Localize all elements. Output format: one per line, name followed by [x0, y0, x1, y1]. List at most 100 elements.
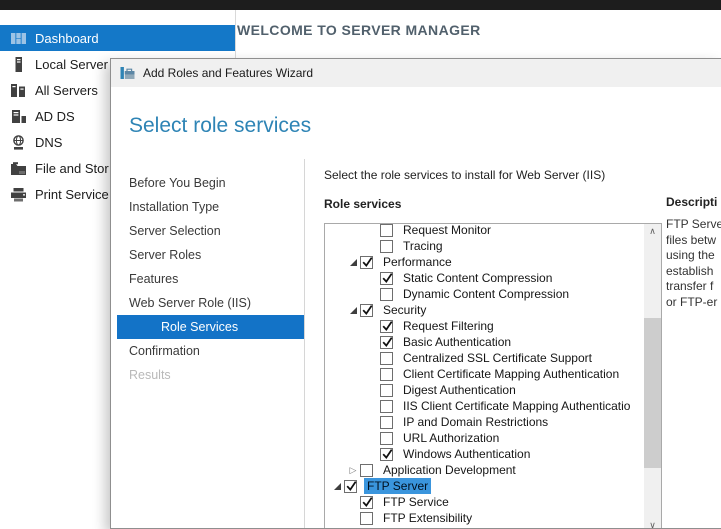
expander-spacer — [366, 447, 380, 461]
sidebar-item-local-server[interactable]: Local Server — [0, 51, 112, 77]
checkbox-unchecked[interactable] — [380, 240, 393, 253]
checkbox-checked[interactable] — [360, 256, 373, 269]
tree-scrollbar[interactable]: ∧ ∨ — [644, 224, 661, 529]
sidebar-item-print-service[interactable]: Print Service — [0, 181, 112, 207]
scroll-down-icon[interactable]: ∨ — [644, 518, 661, 529]
checkbox-unchecked[interactable] — [380, 400, 393, 413]
dashboard-grid-icon — [10, 30, 27, 47]
description-heading: Descripti — [666, 195, 717, 209]
tree-item-windows-authentication[interactable]: Windows Authentication — [325, 446, 642, 462]
tree-item-request-filtering[interactable]: Request Filtering — [325, 318, 642, 334]
checkbox-unchecked[interactable] — [380, 288, 393, 301]
tree-item-dynamic-content-compression[interactable]: Dynamic Content Compression — [325, 286, 642, 302]
checkbox-unchecked[interactable] — [380, 416, 393, 429]
sidebar-item-dashboard[interactable]: Dashboard — [0, 25, 235, 51]
wizard-step-web-server-role-iis[interactable]: Web Server Role (IIS) — [117, 291, 304, 315]
expander-spacer — [366, 239, 380, 253]
tree-item-ftp-extensibility[interactable]: FTP Extensibility — [325, 510, 642, 526]
page-title: Select role services — [129, 114, 311, 138]
sidebar-item-label: Dashboard — [35, 31, 99, 46]
wizard-step-server-selection[interactable]: Server Selection — [117, 219, 304, 243]
checkbox-checked[interactable] — [380, 448, 393, 461]
tree-item-label: Tracing — [400, 238, 446, 254]
sidebar-divider — [235, 10, 236, 58]
description-line: transfer f — [666, 279, 721, 295]
expanded-triangle-icon[interactable] — [346, 255, 360, 269]
wizard-step-confirmation[interactable]: Confirmation — [117, 339, 304, 363]
scroll-up-icon[interactable]: ∧ — [644, 224, 661, 240]
sidebar-item-file-and-stor[interactable]: File and Stor — [0, 155, 112, 181]
checkbox-unchecked[interactable] — [360, 512, 373, 525]
tree-item-ftp-service[interactable]: FTP Service — [325, 494, 642, 510]
expanded-triangle-icon[interactable] — [346, 303, 360, 317]
tree-item-label: IP and Domain Restrictions — [400, 414, 551, 430]
checkbox-unchecked[interactable] — [380, 384, 393, 397]
collapsed-triangle-icon[interactable]: ▷ — [346, 463, 360, 477]
tree-item-label: Request Monitor — [400, 223, 494, 238]
checkbox-unchecked[interactable] — [380, 368, 393, 381]
tree-item-tracing[interactable]: Tracing — [325, 238, 642, 254]
instruction-text: Select the role services to install for … — [324, 168, 605, 182]
tree-item-label: FTP Server — [364, 478, 431, 494]
description-line: or FTP-er — [666, 295, 721, 311]
checkbox-checked[interactable] — [360, 496, 373, 509]
tree-item-label: Basic Authentication — [400, 334, 514, 350]
tree-item-performance[interactable]: Performance — [325, 254, 642, 270]
checkbox-checked[interactable] — [380, 320, 393, 333]
print-services-icon — [10, 186, 27, 203]
expander-spacer — [366, 351, 380, 365]
sidebar-item-all-servers[interactable]: All Servers — [0, 77, 112, 103]
wizard-step-before-you-begin[interactable]: Before You Begin — [117, 171, 304, 195]
tree-item-client-certificate-mapping-authentication[interactable]: Client Certificate Mapping Authenticatio… — [325, 366, 642, 382]
nav-content-divider — [304, 159, 305, 528]
checkbox-checked[interactable] — [344, 480, 357, 493]
tree-item-url-authorization[interactable]: URL Authorization — [325, 430, 642, 446]
all-servers-icon — [10, 82, 27, 99]
welcome-banner: WELCOME TO SERVER MANAGER — [237, 22, 481, 38]
window-top-bar — [0, 0, 721, 10]
expander-spacer — [366, 271, 380, 285]
sidebar-item-dns[interactable]: DNS — [0, 129, 112, 155]
checkbox-unchecked[interactable] — [380, 432, 393, 445]
tree-item-label: Dynamic Content Compression — [400, 286, 572, 302]
tree-item-ip-and-domain-restrictions[interactable]: IP and Domain Restrictions — [325, 414, 642, 430]
tree-item-ftp-server[interactable]: FTP Server — [325, 478, 642, 494]
wizard-step-installation-type[interactable]: Installation Type — [117, 195, 304, 219]
expander-spacer — [366, 431, 380, 445]
sidebar-item-label: Print Service — [35, 187, 109, 202]
checkbox-unchecked[interactable] — [360, 464, 373, 477]
checkbox-unchecked[interactable] — [380, 352, 393, 365]
tree-item-digest-authentication[interactable]: Digest Authentication — [325, 382, 642, 398]
expander-spacer — [366, 367, 380, 381]
tree-item-centralized-ssl-certificate-support[interactable]: Centralized SSL Certificate Support — [325, 350, 642, 366]
tree-item-label: Client Certificate Mapping Authenticatio… — [400, 366, 622, 382]
expanded-triangle-icon[interactable] — [330, 479, 344, 493]
wizard-step-role-services[interactable]: Role Services — [117, 315, 304, 339]
expander-spacer — [366, 383, 380, 397]
add-roles-wizard-dialog: Add Roles and Features Wizard Select rol… — [110, 58, 721, 529]
wizard-step-features[interactable]: Features — [117, 267, 304, 291]
checkbox-unchecked[interactable] — [380, 224, 393, 237]
tree-item-label: Security — [380, 302, 429, 318]
wizard-step-server-roles[interactable]: Server Roles — [117, 243, 304, 267]
dialog-title-bar[interactable]: Add Roles and Features Wizard — [111, 59, 721, 87]
sidebar-item-ad-ds[interactable]: AD DS — [0, 103, 112, 129]
dns-icon — [10, 134, 27, 151]
tree-item-iis-client-certificate-mapping-authenticatio[interactable]: IIS Client Certificate Mapping Authentic… — [325, 398, 642, 414]
expander-spacer — [366, 287, 380, 301]
description-line: using the — [666, 248, 721, 264]
scrollbar-thumb[interactable] — [644, 318, 661, 468]
checkbox-checked[interactable] — [360, 304, 373, 317]
tree-item-security[interactable]: Security — [325, 302, 642, 318]
sidebar-item-label: All Servers — [35, 83, 98, 98]
checkbox-checked[interactable] — [380, 336, 393, 349]
expander-spacer — [346, 511, 360, 525]
wizard-step-results: Results — [117, 363, 304, 387]
local-server-icon — [10, 56, 27, 73]
tree-item-request-monitor[interactable]: Request Monitor — [325, 223, 642, 238]
tree-item-basic-authentication[interactable]: Basic Authentication — [325, 334, 642, 350]
tree-item-application-development[interactable]: ▷Application Development — [325, 462, 642, 478]
tree-item-static-content-compression[interactable]: Static Content Compression — [325, 270, 642, 286]
checkbox-checked[interactable] — [380, 272, 393, 285]
dialog-title: Add Roles and Features Wizard — [143, 66, 313, 80]
